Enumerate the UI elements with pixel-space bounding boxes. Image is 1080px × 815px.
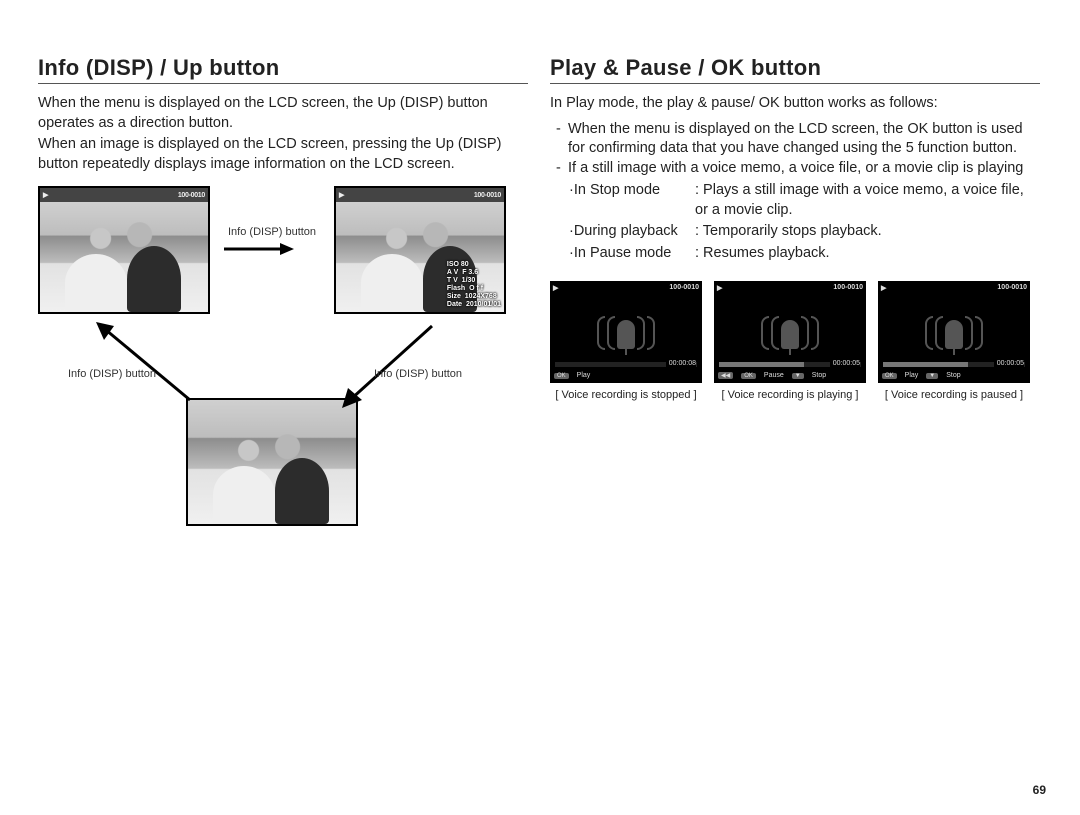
bullet-2: - If a still image with a voice memo, a … — [556, 159, 1040, 179]
right-intro: In Play mode, the play & pause/ OK butto… — [550, 94, 1040, 114]
control-label: Play — [905, 372, 919, 379]
caption-bottom-right: Info (DISP) button — [374, 368, 462, 380]
control-label: Stop — [812, 372, 826, 379]
voice-screen: ▶ 100-0010 00:00:05 OK Play ▼ Stop — [878, 281, 1030, 383]
elapsed-time: 00:00:08 — [666, 360, 696, 367]
dash-icon: - — [556, 120, 568, 159]
control-chip: OK — [741, 373, 756, 379]
bullet-1-text: When the menu is displayed on the LCD sc… — [568, 120, 1040, 159]
voice-card: ▶ 100-0010 00:00:05 OK Play ▼ Stop [ Voice reco… — [878, 281, 1030, 401]
caption-bottom-left: Info (DISP) button — [68, 368, 156, 380]
voice-controls: OK Play ▼ Stop — [878, 369, 1030, 383]
arrow-diag-left-icon — [92, 318, 198, 408]
voice-screens-row: ▶ 100-0010 00:00:08 OK Play [ Voice recording… — [550, 281, 1040, 401]
play-icon: ▶ — [717, 284, 722, 292]
right-column: Play & Pause / OK button In Play mode, t… — [550, 55, 1040, 556]
voice-screen: ▶ 100-0010 00:00:08 OK Play — [550, 281, 702, 383]
thumb-counter: 100-0010 — [178, 192, 205, 199]
mode-row-value: : Temporarily stops playback. — [694, 221, 1040, 243]
control-chip: ▼ — [926, 373, 938, 379]
voice-card: ▶ 100-0010 00:00:08 OK Play [ Voice recording… — [550, 281, 702, 401]
elapsed-time: 00:00:05 — [994, 360, 1024, 367]
camera-thumb-plain — [186, 398, 358, 526]
voice-topbar: ▶ 100-0010 — [878, 281, 1030, 295]
voice-caption: [ Voice recording is playing ] — [714, 389, 866, 401]
mic-icon — [878, 313, 1030, 353]
control-label: Play — [577, 372, 591, 379]
mode-row-key: ·In Pause mode — [568, 243, 694, 265]
voice-counter: 100-0010 — [833, 284, 863, 291]
image-info-overlay: ISO 80 A V F 3.6 T V 1/30 Flash O f f Si… — [447, 261, 501, 309]
arrow-diag-right-icon — [340, 318, 446, 408]
voice-topbar: ▶ 100-0010 — [550, 281, 702, 295]
mode-row-key: ·During playback — [568, 221, 694, 243]
mic-icon — [550, 313, 702, 353]
left-title: Info (DISP) / Up button — [38, 55, 528, 84]
mode-table: ·In Stop mode: Plays a still image with … — [568, 180, 1040, 264]
control-label: Pause — [764, 372, 784, 379]
mic-icon — [714, 313, 866, 353]
voice-caption: [ Voice recording is stopped ] — [550, 389, 702, 401]
disp-cycle-illustration: ▶ 100-0010 ▶ 100-0010 ISO 80 A V F 3.6 T… — [38, 186, 528, 556]
page-number: 69 — [1033, 783, 1046, 797]
voice-controls: OK Play — [550, 369, 702, 383]
left-column: Info (DISP) / Up button When the menu is… — [38, 55, 528, 556]
voice-card: ▶ 100-0010 00:00:05 ◀◀ OK Pause ▼ Stop [ Voice r… — [714, 281, 866, 401]
elapsed-time: 00:00:05 — [830, 360, 860, 367]
left-para1: When the menu is displayed on the LCD sc… — [38, 94, 528, 133]
voice-screen: ▶ 100-0010 00:00:05 ◀◀ OK Pause ▼ Stop — [714, 281, 866, 383]
camera-thumb-basic: ▶ 100-0010 — [38, 186, 210, 314]
mode-row-value: : Plays a still image with a voice memo,… — [694, 180, 1040, 221]
control-chip: ◀◀ — [718, 372, 733, 379]
voice-caption: [ Voice recording is paused ] — [878, 389, 1030, 401]
bullet-1: - When the menu is displayed on the LCD … — [556, 120, 1040, 159]
voice-controls: ◀◀ OK Pause ▼ Stop — [714, 369, 866, 383]
voice-counter: 100-0010 — [669, 284, 699, 291]
voice-counter: 100-0010 — [997, 284, 1027, 291]
voice-topbar: ▶ 100-0010 — [714, 281, 866, 295]
play-icon: ▶ — [339, 191, 344, 199]
play-icon: ▶ — [43, 191, 48, 199]
control-chip: OK — [882, 373, 897, 379]
mode-row-value: : Resumes playback. — [694, 243, 1040, 265]
control-chip: OK — [554, 373, 569, 379]
camera-thumb-detailed: ▶ 100-0010 ISO 80 A V F 3.6 T V 1/30 Fla… — [334, 186, 506, 314]
arrow-right-icon — [224, 242, 294, 256]
caption-top: Info (DISP) button — [228, 226, 316, 238]
right-title: Play & Pause / OK button — [550, 55, 1040, 84]
mode-row-key: ·In Stop mode — [568, 180, 694, 221]
control-label: Stop — [946, 372, 960, 379]
play-icon: ▶ — [881, 284, 886, 292]
control-chip: ▼ — [792, 373, 804, 379]
play-icon: ▶ — [553, 284, 558, 292]
bullet-2-text: If a still image with a voice memo, a vo… — [568, 159, 1023, 179]
thumb-counter: 100-0010 — [474, 192, 501, 199]
dash-icon: - — [556, 159, 568, 179]
left-para2: When an image is displayed on the LCD sc… — [38, 135, 528, 174]
